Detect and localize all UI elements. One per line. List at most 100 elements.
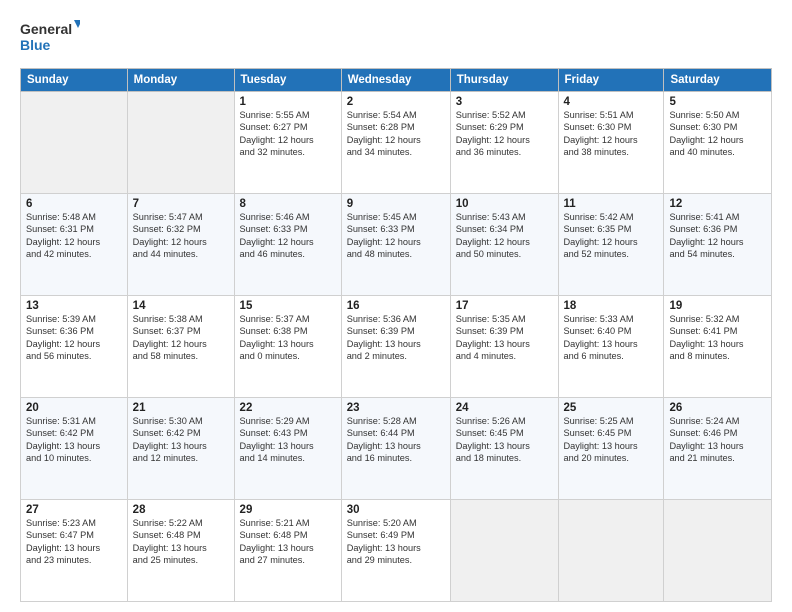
week-row-1: 1Sunrise: 5:55 AM Sunset: 6:27 PM Daylig… xyxy=(21,92,772,194)
calendar-cell xyxy=(558,500,664,602)
day-number: 30 xyxy=(347,504,445,516)
col-header-sunday: Sunday xyxy=(21,69,128,92)
day-number: 10 xyxy=(456,198,553,210)
calendar-cell: 15Sunrise: 5:37 AM Sunset: 6:38 PM Dayli… xyxy=(234,296,341,398)
calendar-cell: 16Sunrise: 5:36 AM Sunset: 6:39 PM Dayli… xyxy=(341,296,450,398)
day-number: 2 xyxy=(347,96,445,108)
calendar-cell: 28Sunrise: 5:22 AM Sunset: 6:48 PM Dayli… xyxy=(127,500,234,602)
day-number: 15 xyxy=(240,300,336,312)
calendar-cell: 21Sunrise: 5:30 AM Sunset: 6:42 PM Dayli… xyxy=(127,398,234,500)
day-number: 29 xyxy=(240,504,336,516)
day-number: 1 xyxy=(240,96,336,108)
week-row-4: 20Sunrise: 5:31 AM Sunset: 6:42 PM Dayli… xyxy=(21,398,772,500)
calendar-cell: 29Sunrise: 5:21 AM Sunset: 6:48 PM Dayli… xyxy=(234,500,341,602)
day-info: Sunrise: 5:39 AM Sunset: 6:36 PM Dayligh… xyxy=(26,313,122,363)
day-info: Sunrise: 5:52 AM Sunset: 6:29 PM Dayligh… xyxy=(456,109,553,159)
day-number: 25 xyxy=(564,402,659,414)
calendar-cell: 25Sunrise: 5:25 AM Sunset: 6:45 PM Dayli… xyxy=(558,398,664,500)
col-header-tuesday: Tuesday xyxy=(234,69,341,92)
day-number: 22 xyxy=(240,402,336,414)
page: General Blue SundayMondayTuesdayWednesda… xyxy=(0,0,792,612)
calendar-cell: 5Sunrise: 5:50 AM Sunset: 6:30 PM Daylig… xyxy=(664,92,772,194)
calendar-cell: 4Sunrise: 5:51 AM Sunset: 6:30 PM Daylig… xyxy=(558,92,664,194)
calendar-cell: 3Sunrise: 5:52 AM Sunset: 6:29 PM Daylig… xyxy=(450,92,558,194)
col-header-friday: Friday xyxy=(558,69,664,92)
day-info: Sunrise: 5:31 AM Sunset: 6:42 PM Dayligh… xyxy=(26,415,122,465)
day-number: 19 xyxy=(669,300,766,312)
calendar-cell: 9Sunrise: 5:45 AM Sunset: 6:33 PM Daylig… xyxy=(341,194,450,296)
day-number: 9 xyxy=(347,198,445,210)
day-info: Sunrise: 5:47 AM Sunset: 6:32 PM Dayligh… xyxy=(133,211,229,261)
calendar-cell: 8Sunrise: 5:46 AM Sunset: 6:33 PM Daylig… xyxy=(234,194,341,296)
day-number: 12 xyxy=(669,198,766,210)
day-number: 7 xyxy=(133,198,229,210)
day-info: Sunrise: 5:54 AM Sunset: 6:28 PM Dayligh… xyxy=(347,109,445,159)
calendar-table: SundayMondayTuesdayWednesdayThursdayFrid… xyxy=(20,68,772,602)
calendar-cell: 18Sunrise: 5:33 AM Sunset: 6:40 PM Dayli… xyxy=(558,296,664,398)
calendar-cell: 12Sunrise: 5:41 AM Sunset: 6:36 PM Dayli… xyxy=(664,194,772,296)
col-header-thursday: Thursday xyxy=(450,69,558,92)
calendar-cell: 14Sunrise: 5:38 AM Sunset: 6:37 PM Dayli… xyxy=(127,296,234,398)
logo-svg: General Blue xyxy=(20,18,80,56)
col-header-wednesday: Wednesday xyxy=(341,69,450,92)
calendar-cell: 6Sunrise: 5:48 AM Sunset: 6:31 PM Daylig… xyxy=(21,194,128,296)
calendar-cell: 7Sunrise: 5:47 AM Sunset: 6:32 PM Daylig… xyxy=(127,194,234,296)
calendar-cell: 2Sunrise: 5:54 AM Sunset: 6:28 PM Daylig… xyxy=(341,92,450,194)
calendar-cell: 19Sunrise: 5:32 AM Sunset: 6:41 PM Dayli… xyxy=(664,296,772,398)
day-info: Sunrise: 5:20 AM Sunset: 6:49 PM Dayligh… xyxy=(347,517,445,567)
day-info: Sunrise: 5:23 AM Sunset: 6:47 PM Dayligh… xyxy=(26,517,122,567)
day-info: Sunrise: 5:43 AM Sunset: 6:34 PM Dayligh… xyxy=(456,211,553,261)
day-info: Sunrise: 5:30 AM Sunset: 6:42 PM Dayligh… xyxy=(133,415,229,465)
day-info: Sunrise: 5:29 AM Sunset: 6:43 PM Dayligh… xyxy=(240,415,336,465)
day-number: 4 xyxy=(564,96,659,108)
day-info: Sunrise: 5:45 AM Sunset: 6:33 PM Dayligh… xyxy=(347,211,445,261)
day-number: 13 xyxy=(26,300,122,312)
day-number: 17 xyxy=(456,300,553,312)
calendar-cell: 30Sunrise: 5:20 AM Sunset: 6:49 PM Dayli… xyxy=(341,500,450,602)
day-number: 3 xyxy=(456,96,553,108)
day-number: 18 xyxy=(564,300,659,312)
day-number: 8 xyxy=(240,198,336,210)
calendar-cell xyxy=(450,500,558,602)
calendar-cell: 13Sunrise: 5:39 AM Sunset: 6:36 PM Dayli… xyxy=(21,296,128,398)
day-info: Sunrise: 5:37 AM Sunset: 6:38 PM Dayligh… xyxy=(240,313,336,363)
calendar-cell xyxy=(21,92,128,194)
calendar-cell xyxy=(664,500,772,602)
day-info: Sunrise: 5:48 AM Sunset: 6:31 PM Dayligh… xyxy=(26,211,122,261)
day-number: 27 xyxy=(26,504,122,516)
day-number: 11 xyxy=(564,198,659,210)
day-info: Sunrise: 5:25 AM Sunset: 6:45 PM Dayligh… xyxy=(564,415,659,465)
day-info: Sunrise: 5:41 AM Sunset: 6:36 PM Dayligh… xyxy=(669,211,766,261)
day-number: 6 xyxy=(26,198,122,210)
day-number: 14 xyxy=(133,300,229,312)
day-info: Sunrise: 5:51 AM Sunset: 6:30 PM Dayligh… xyxy=(564,109,659,159)
calendar-cell: 23Sunrise: 5:28 AM Sunset: 6:44 PM Dayli… xyxy=(341,398,450,500)
calendar-cell: 11Sunrise: 5:42 AM Sunset: 6:35 PM Dayli… xyxy=(558,194,664,296)
day-number: 26 xyxy=(669,402,766,414)
week-row-3: 13Sunrise: 5:39 AM Sunset: 6:36 PM Dayli… xyxy=(21,296,772,398)
day-info: Sunrise: 5:21 AM Sunset: 6:48 PM Dayligh… xyxy=(240,517,336,567)
days-header-row: SundayMondayTuesdayWednesdayThursdayFrid… xyxy=(21,69,772,92)
day-info: Sunrise: 5:26 AM Sunset: 6:45 PM Dayligh… xyxy=(456,415,553,465)
col-header-monday: Monday xyxy=(127,69,234,92)
day-number: 20 xyxy=(26,402,122,414)
day-number: 23 xyxy=(347,402,445,414)
calendar-body: 1Sunrise: 5:55 AM Sunset: 6:27 PM Daylig… xyxy=(21,92,772,602)
day-info: Sunrise: 5:50 AM Sunset: 6:30 PM Dayligh… xyxy=(669,109,766,159)
day-info: Sunrise: 5:28 AM Sunset: 6:44 PM Dayligh… xyxy=(347,415,445,465)
day-info: Sunrise: 5:46 AM Sunset: 6:33 PM Dayligh… xyxy=(240,211,336,261)
day-number: 28 xyxy=(133,504,229,516)
calendar-cell: 10Sunrise: 5:43 AM Sunset: 6:34 PM Dayli… xyxy=(450,194,558,296)
day-info: Sunrise: 5:24 AM Sunset: 6:46 PM Dayligh… xyxy=(669,415,766,465)
day-info: Sunrise: 5:35 AM Sunset: 6:39 PM Dayligh… xyxy=(456,313,553,363)
svg-text:Blue: Blue xyxy=(20,37,51,53)
day-number: 24 xyxy=(456,402,553,414)
calendar-cell: 17Sunrise: 5:35 AM Sunset: 6:39 PM Dayli… xyxy=(450,296,558,398)
day-info: Sunrise: 5:32 AM Sunset: 6:41 PM Dayligh… xyxy=(669,313,766,363)
col-header-saturday: Saturday xyxy=(664,69,772,92)
calendar-cell: 22Sunrise: 5:29 AM Sunset: 6:43 PM Dayli… xyxy=(234,398,341,500)
calendar-cell: 27Sunrise: 5:23 AM Sunset: 6:47 PM Dayli… xyxy=(21,500,128,602)
week-row-2: 6Sunrise: 5:48 AM Sunset: 6:31 PM Daylig… xyxy=(21,194,772,296)
day-number: 21 xyxy=(133,402,229,414)
day-info: Sunrise: 5:42 AM Sunset: 6:35 PM Dayligh… xyxy=(564,211,659,261)
